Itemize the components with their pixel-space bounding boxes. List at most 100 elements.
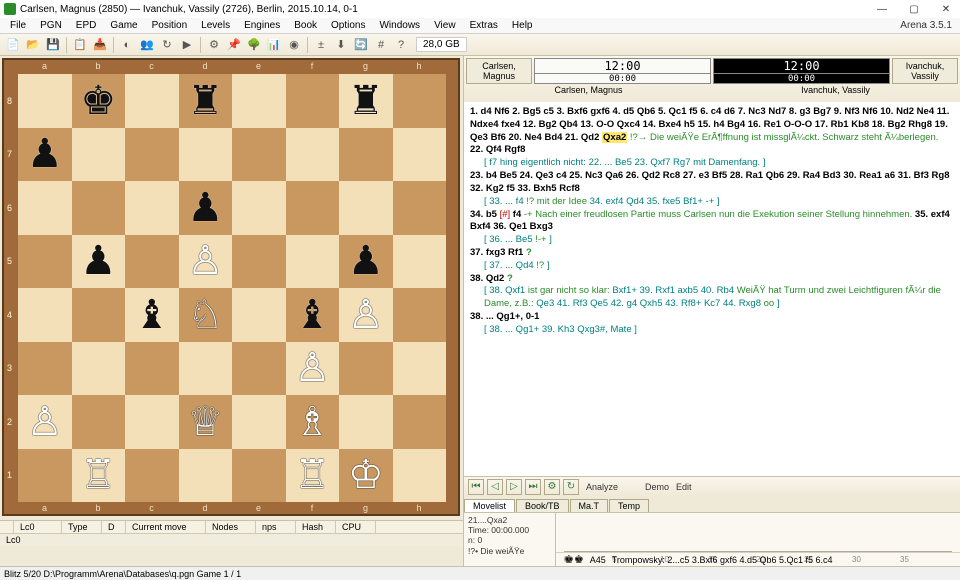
tab-temp[interactable]: Temp: [609, 499, 649, 512]
annotation: ?: [507, 273, 513, 284]
clock-panel: Carlsen, Magnus 12:00 00:00 Carlsen, Mag…: [464, 56, 960, 102]
menu-help[interactable]: Help: [506, 19, 539, 32]
engine-table: Lc0 Type D Current move Nodes nps Hash C…: [0, 520, 463, 546]
tab-mat[interactable]: Ma.T: [570, 499, 609, 512]
cog-icon[interactable]: ⚙: [544, 479, 560, 495]
movebox-line: n: 0: [468, 535, 551, 545]
variation: ]: [549, 234, 552, 245]
menu-position[interactable]: Position: [146, 19, 194, 32]
minimize-button[interactable]: —: [872, 2, 892, 16]
white-player-name-box: Carlsen, Magnus: [466, 58, 532, 84]
pin-icon[interactable]: 📌: [225, 36, 243, 54]
variation: [ 33. ... f4: [484, 196, 524, 207]
menu-book[interactable]: Book: [288, 19, 323, 32]
refresh-icon[interactable]: ↻: [158, 36, 176, 54]
app-name-label: Arena 3.5.1: [900, 20, 956, 31]
annotation: !?→ Die weiÃŸe ErÃ¶ffnung ist missglÃ¼ck…: [630, 132, 939, 143]
engine-col-blank: [0, 521, 14, 533]
load-icon[interactable]: ⬇: [332, 36, 350, 54]
tab-book[interactable]: Book/TB: [516, 499, 569, 512]
mate-icon[interactable]: #: [372, 36, 390, 54]
statusbar: Blitz 5/20 D:\Programm\Arena\Databases\q…: [0, 566, 960, 580]
variation: [ 36. ... Be5: [484, 234, 533, 245]
annotation: ?: [526, 247, 532, 258]
maximize-button[interactable]: ▢: [904, 2, 924, 16]
nav-first-icon[interactable]: ⏮: [468, 479, 484, 495]
people-icon[interactable]: 👥: [138, 36, 156, 54]
diagram-marker: [#]: [500, 209, 511, 220]
menu-engines[interactable]: Engines: [238, 19, 286, 32]
highlighted-move[interactable]: Qxa2: [602, 132, 627, 143]
menu-levels[interactable]: Levels: [195, 19, 236, 32]
annotation: !-+: [535, 234, 546, 245]
graph-icon[interactable]: 📊: [265, 36, 283, 54]
engine-row[interactable]: Lc0: [0, 534, 463, 546]
toolbar-separator: [113, 37, 114, 53]
window-title: Carlsen, Magnus (2850) — Ivanchuk, Vassi…: [20, 4, 358, 15]
refresh2-icon[interactable]: 🔄: [352, 36, 370, 54]
memory-label: 28,0 GB: [416, 37, 467, 52]
black-clock-sub: 00:00: [714, 73, 889, 84]
play-icon[interactable]: ▶: [178, 36, 196, 54]
engine-col-d[interactable]: D: [102, 521, 126, 533]
analyze-label[interactable]: Analyze: [586, 482, 618, 492]
refresh-icon[interactable]: ↻: [563, 479, 579, 495]
notation-panel[interactable]: 1. d4 Nf6 2. Bg5 c5 3. Bxf6 gxf6 4. d5 Q…: [464, 102, 960, 476]
toolbar: 📄 📂 💾 📋 📥 ◐ 👥 ↻ ▶ ⚙ 📌 🌳 📊 ◉ ± ⬇ 🔄 # ? 28…: [0, 34, 960, 56]
nav-prev-icon[interactable]: ◁: [487, 479, 503, 495]
variation: Bxf1+ 39. Rxf1 axb5 40. Rb4: [612, 285, 734, 296]
menu-epd[interactable]: EPD: [70, 19, 103, 32]
menu-extras[interactable]: Extras: [464, 19, 504, 32]
engine-col-engine[interactable]: Lc0: [14, 521, 62, 533]
open-icon[interactable]: 📂: [24, 36, 42, 54]
variation: [ f7 hing eigentlich nicht: 22. ... Be5 …: [484, 157, 765, 168]
notation-text: f4: [513, 209, 521, 220]
engine-col-current[interactable]: Current move: [126, 521, 206, 533]
tree-icon[interactable]: 🌳: [245, 36, 263, 54]
menu-file[interactable]: File: [4, 19, 32, 32]
variation: ]: [547, 260, 550, 271]
engine-col-cpu[interactable]: CPU: [336, 521, 376, 533]
piece-icons: ♚♚: [564, 553, 584, 566]
movebox-line: !?• Die weiÃŸe: [468, 546, 551, 556]
nav-last-icon[interactable]: ⏭: [525, 479, 541, 495]
variation: 34. exf4 Qd4 35. fxe5 Bf1+ -+ ]: [590, 196, 720, 207]
menu-options[interactable]: Options: [325, 19, 371, 32]
annotation: ist gar nicht so klar:: [528, 285, 610, 296]
white-clock-main: 12:00: [535, 59, 710, 73]
menu-view[interactable]: View: [428, 19, 462, 32]
chessboard[interactable]: ♚♜♜♟♟♟♙♟♝♘♝♙♙♙♕♗♖♖♔ aabbccddeeffgghh8877…: [2, 58, 460, 516]
menu-game[interactable]: Game: [104, 19, 143, 32]
opening-name: Trompowsky: 2...c5 3.Bxf6 gxf6 4.d5 Qb6 …: [612, 555, 833, 565]
paste-icon[interactable]: 📥: [91, 36, 109, 54]
copy-icon[interactable]: 📋: [71, 36, 89, 54]
toolbar-separator: [200, 37, 201, 53]
edit-label[interactable]: Edit: [676, 482, 692, 492]
engine-col-nodes[interactable]: Nodes: [206, 521, 256, 533]
tab-strip: Movelist Book/TB Ma.T Temp: [464, 496, 960, 512]
tab-movelist[interactable]: Movelist: [464, 499, 515, 512]
engine-col-nps[interactable]: nps: [256, 521, 296, 533]
status-text: Blitz 5/20 D:\Programm\Arena\Databases\q…: [4, 569, 241, 579]
engine-col-type[interactable]: Type: [62, 521, 102, 533]
white-clock-sub: 00:00: [535, 73, 710, 84]
save-icon[interactable]: 💾: [44, 36, 62, 54]
demo-label[interactable]: Demo: [645, 482, 669, 492]
notation-text: 38. ... Qg1+, 0-1: [470, 311, 539, 322]
nav-next-icon[interactable]: ▷: [506, 479, 522, 495]
bottom-strip: 21....Qxa2 Time: 00:00.000 n: 0 !?• Die …: [464, 512, 960, 566]
eval-graph-area[interactable]: 05101520253035 ♚♚ A45 Trompowsky: 2...c5…: [556, 513, 960, 566]
menu-pgn[interactable]: PGN: [34, 19, 68, 32]
new-icon[interactable]: 📄: [4, 36, 22, 54]
eval-icon[interactable]: ±: [312, 36, 330, 54]
black-clock-main: 12:00: [714, 59, 889, 73]
close-button[interactable]: ✕: [936, 2, 956, 16]
engine-col-hash[interactable]: Hash: [296, 521, 336, 533]
help-icon[interactable]: ?: [392, 36, 410, 54]
toggle-icon[interactable]: ◐: [118, 36, 136, 54]
menu-windows[interactable]: Windows: [373, 19, 426, 32]
analysis-toolbar: ⏮ ◁ ▷ ⏭ ⚙ ↻ Analyze Demo Edit: [464, 476, 960, 496]
white-clock: 12:00 00:00: [534, 58, 711, 84]
node-icon[interactable]: ◉: [285, 36, 303, 54]
cog-icon[interactable]: ⚙: [205, 36, 223, 54]
